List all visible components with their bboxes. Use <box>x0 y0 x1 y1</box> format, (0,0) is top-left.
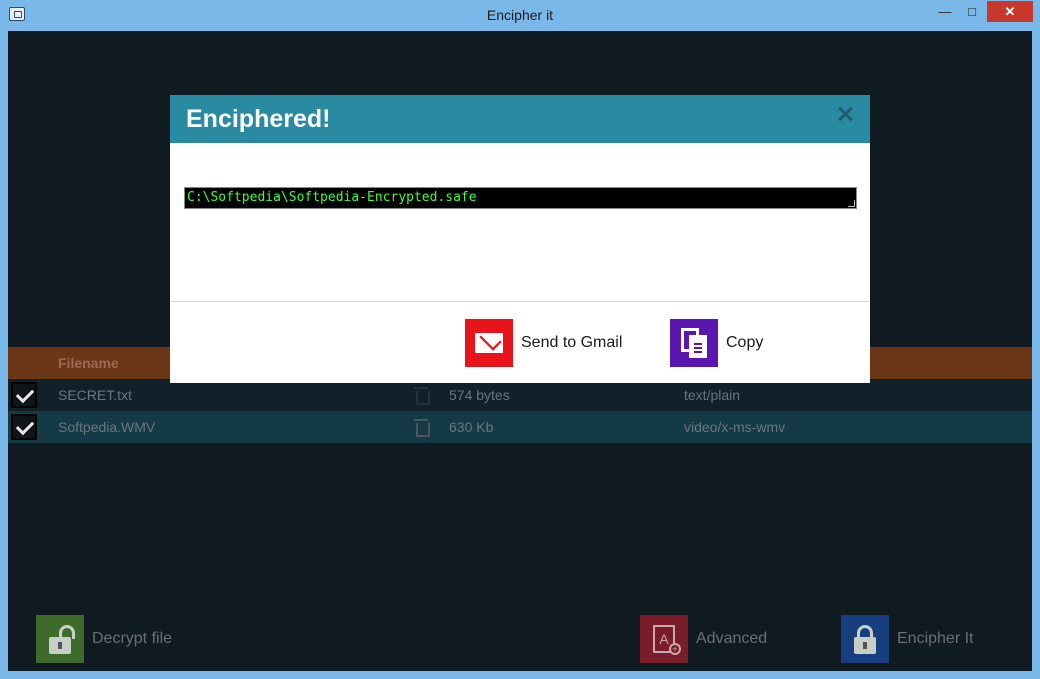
dialog-close-icon[interactable] <box>836 105 854 123</box>
lock-icon <box>854 625 876 655</box>
copy-icon-front <box>689 335 707 358</box>
table-row[interactable]: Softpedia.WMV 630 Kb video/x-ms-wmv <box>8 411 1032 443</box>
unlock-icon <box>49 625 75 655</box>
copy-tile <box>670 319 718 367</box>
title-bar[interactable]: Encipher it — □ ✕ <box>0 0 1040 31</box>
window-title: Encipher it <box>486 7 554 23</box>
close-icon: ✕ <box>1004 4 1016 19</box>
decrypt-file-label: Decrypt file <box>92 630 173 647</box>
resize-grip-icon[interactable] <box>848 200 855 207</box>
send-to-gmail-label: Send to Gmail <box>521 334 623 351</box>
enciphered-dialog: Enciphered! C:\Softpedia\Softpedia-Encry… <box>170 95 870 383</box>
file-type: text/plain <box>684 387 741 403</box>
dialog-title: Enciphered! <box>186 105 331 133</box>
file-size: 574 bytes <box>449 387 510 403</box>
document-add-icon: A + <box>653 625 681 655</box>
dialog-divider <box>170 301 870 302</box>
maximize-icon: □ <box>968 4 976 19</box>
row-checkbox[interactable] <box>11 382 37 408</box>
dialog-header: Enciphered! <box>170 95 870 143</box>
close-button[interactable]: ✕ <box>987 1 1033 22</box>
file-name: SECRET.txt <box>58 387 132 403</box>
file-size: 630 Kb <box>449 419 494 435</box>
maximize-button[interactable]: □ <box>959 1 985 22</box>
trash-icon[interactable] <box>414 419 430 437</box>
file-type: video/x-ms-wmv <box>684 419 786 435</box>
table-row[interactable]: SECRET.txt 574 bytes text/plain <box>8 379 1032 411</box>
gmail-tile <box>465 319 513 367</box>
advanced-tile: A + <box>640 615 688 663</box>
file-name: Softpedia.WMV <box>58 419 156 435</box>
row-checkbox[interactable] <box>11 414 37 440</box>
column-filename: Filename <box>58 355 119 371</box>
copy-label: Copy <box>726 334 764 351</box>
output-path-text: C:\Softpedia\Softpedia-Encrypted.safe <box>187 190 477 205</box>
gmail-envelope-icon <box>475 333 503 353</box>
output-path-field[interactable]: C:\Softpedia\Softpedia-Encrypted.safe <box>184 187 857 209</box>
app-window: Encipher it — □ ✕ Filename SECRET.txt 57… <box>0 0 1040 679</box>
minimize-icon: — <box>938 4 952 19</box>
decrypt-tile <box>36 615 84 663</box>
advanced-label: Advanced <box>696 630 768 647</box>
encipher-tile <box>841 615 889 663</box>
trash-icon[interactable] <box>414 387 430 405</box>
encipher-it-label: Encipher It <box>897 630 974 647</box>
minimize-button[interactable]: — <box>932 1 958 22</box>
